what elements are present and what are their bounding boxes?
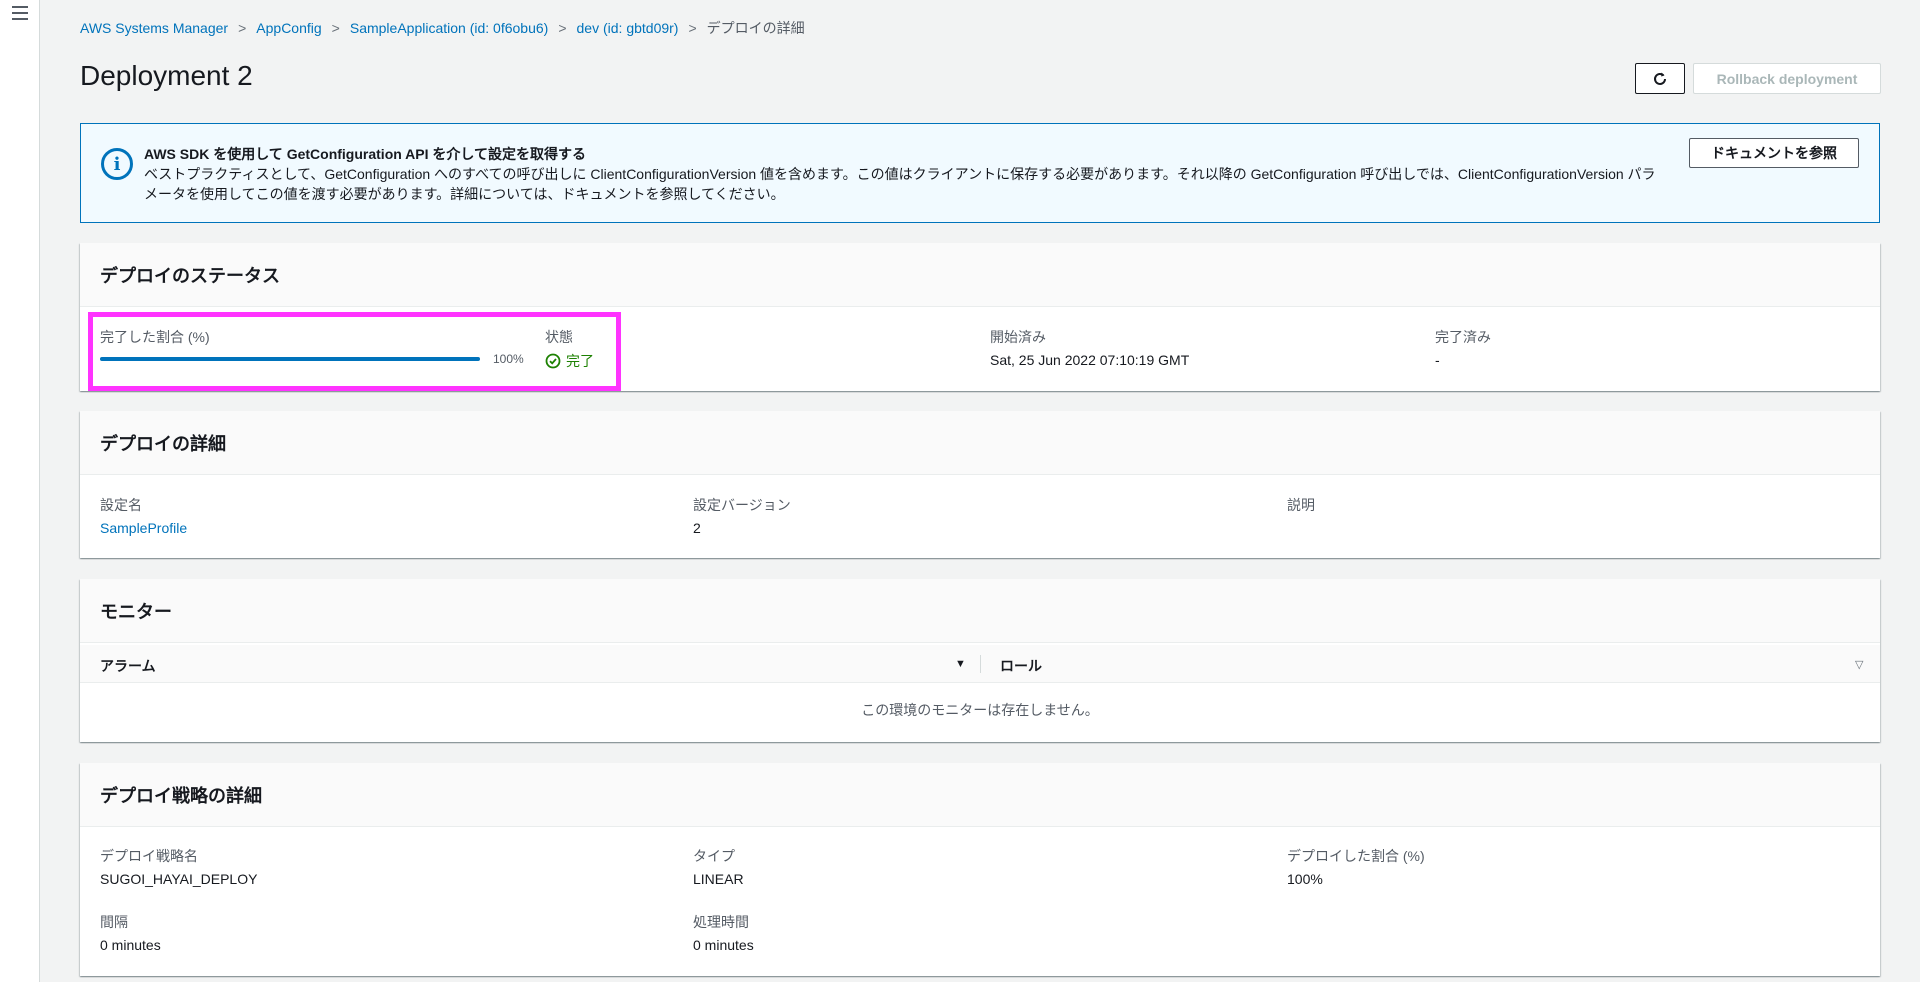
description-label: 説明 bbox=[1287, 497, 1315, 513]
deployment-details-header: デプロイの詳細 bbox=[80, 411, 1880, 475]
page-title: Deployment 2 bbox=[80, 60, 253, 91]
strategy-name-label: デプロイ戦略名 bbox=[100, 848, 198, 864]
monitor-empty-message: この環境のモニターは存在しません。 bbox=[861, 702, 1099, 718]
config-name-link[interactable]: SampleProfile bbox=[100, 520, 187, 536]
chevron-right-icon: > bbox=[331, 20, 340, 36]
hamburger-icon[interactable] bbox=[12, 6, 28, 20]
deployment-details-card: デプロイの詳細 bbox=[80, 411, 1880, 558]
breadcrumb-link-environment[interactable]: dev (id: gbtd09r) bbox=[577, 20, 679, 36]
monitor-table-header: アラーム ▼ ロール ▽ bbox=[80, 645, 1880, 683]
completed-label: 完了済み bbox=[1435, 329, 1491, 345]
info-alert: i AWS SDK を使用して GetConfiguration API を介し… bbox=[80, 123, 1880, 223]
sort-down-outline-icon[interactable]: ▽ bbox=[1855, 658, 1863, 671]
started-value: Sat, 25 Jun 2022 07:10:19 GMT bbox=[990, 352, 1190, 368]
deployment-strategy-card: デプロイ戦略の詳細 bbox=[80, 763, 1880, 976]
duration-value: 0 minutes bbox=[693, 937, 754, 953]
info-alert-title: AWS SDK を使用して GetConfiguration API を介して設… bbox=[144, 146, 586, 162]
strategy-type-label: タイプ bbox=[693, 848, 735, 864]
monitor-header: モニター bbox=[80, 579, 1880, 643]
config-version-label: 設定バージョン bbox=[693, 497, 791, 513]
breadcrumb-link-application[interactable]: SampleApplication (id: 0f6obu6) bbox=[350, 20, 548, 36]
deployment-status-header: デプロイのステータス bbox=[80, 243, 1880, 307]
config-name-label: 設定名 bbox=[100, 497, 142, 513]
duration-label: 処理時間 bbox=[693, 914, 749, 930]
rollback-deployment-button[interactable]: Rollback deployment bbox=[1693, 63, 1881, 94]
completed-value: - bbox=[1435, 352, 1440, 368]
chevron-right-icon: > bbox=[558, 20, 567, 36]
strategy-percent-value: 100% bbox=[1287, 871, 1323, 887]
info-icon: i bbox=[101, 148, 133, 180]
chevron-right-icon: > bbox=[688, 20, 697, 36]
breadcrumb-link-systems-manager[interactable]: AWS Systems Manager bbox=[80, 20, 228, 36]
breadcrumb-link-appconfig[interactable]: AppConfig bbox=[256, 20, 321, 36]
refresh-icon bbox=[1654, 72, 1666, 85]
chevron-right-icon: > bbox=[238, 20, 247, 36]
highlight-annotation bbox=[88, 312, 621, 391]
column-alarm[interactable]: アラーム bbox=[100, 656, 156, 676]
started-label: 開始済み bbox=[990, 329, 1046, 345]
interval-value: 0 minutes bbox=[100, 937, 161, 953]
view-documentation-button[interactable]: ドキュメントを参照 bbox=[1689, 138, 1859, 168]
config-version-value: 2 bbox=[693, 520, 701, 536]
column-role[interactable]: ロール bbox=[1000, 656, 1042, 676]
column-divider[interactable] bbox=[980, 655, 981, 673]
strategy-type-value: LINEAR bbox=[693, 871, 744, 887]
sort-down-icon[interactable]: ▼ bbox=[955, 658, 966, 670]
breadcrumb: AWS Systems Manager > AppConfig > SampleAppl… bbox=[80, 18, 805, 38]
deployment-strategy-header: デプロイ戦略の詳細 bbox=[80, 763, 1880, 827]
info-alert-body: ベストプラクティスとして、GetConfiguration へのすべての呼び出し… bbox=[144, 166, 1656, 202]
interval-label: 間隔 bbox=[100, 914, 128, 930]
refresh-button[interactable] bbox=[1635, 63, 1685, 94]
strategy-name-value: SUGOI_HAYAI_DEPLOY bbox=[100, 871, 258, 887]
side-navigation-rail bbox=[0, 0, 40, 982]
strategy-percent-label: デプロイした割合 (%) bbox=[1287, 848, 1425, 864]
breadcrumb-current: デプロイの詳細 bbox=[706, 20, 805, 36]
